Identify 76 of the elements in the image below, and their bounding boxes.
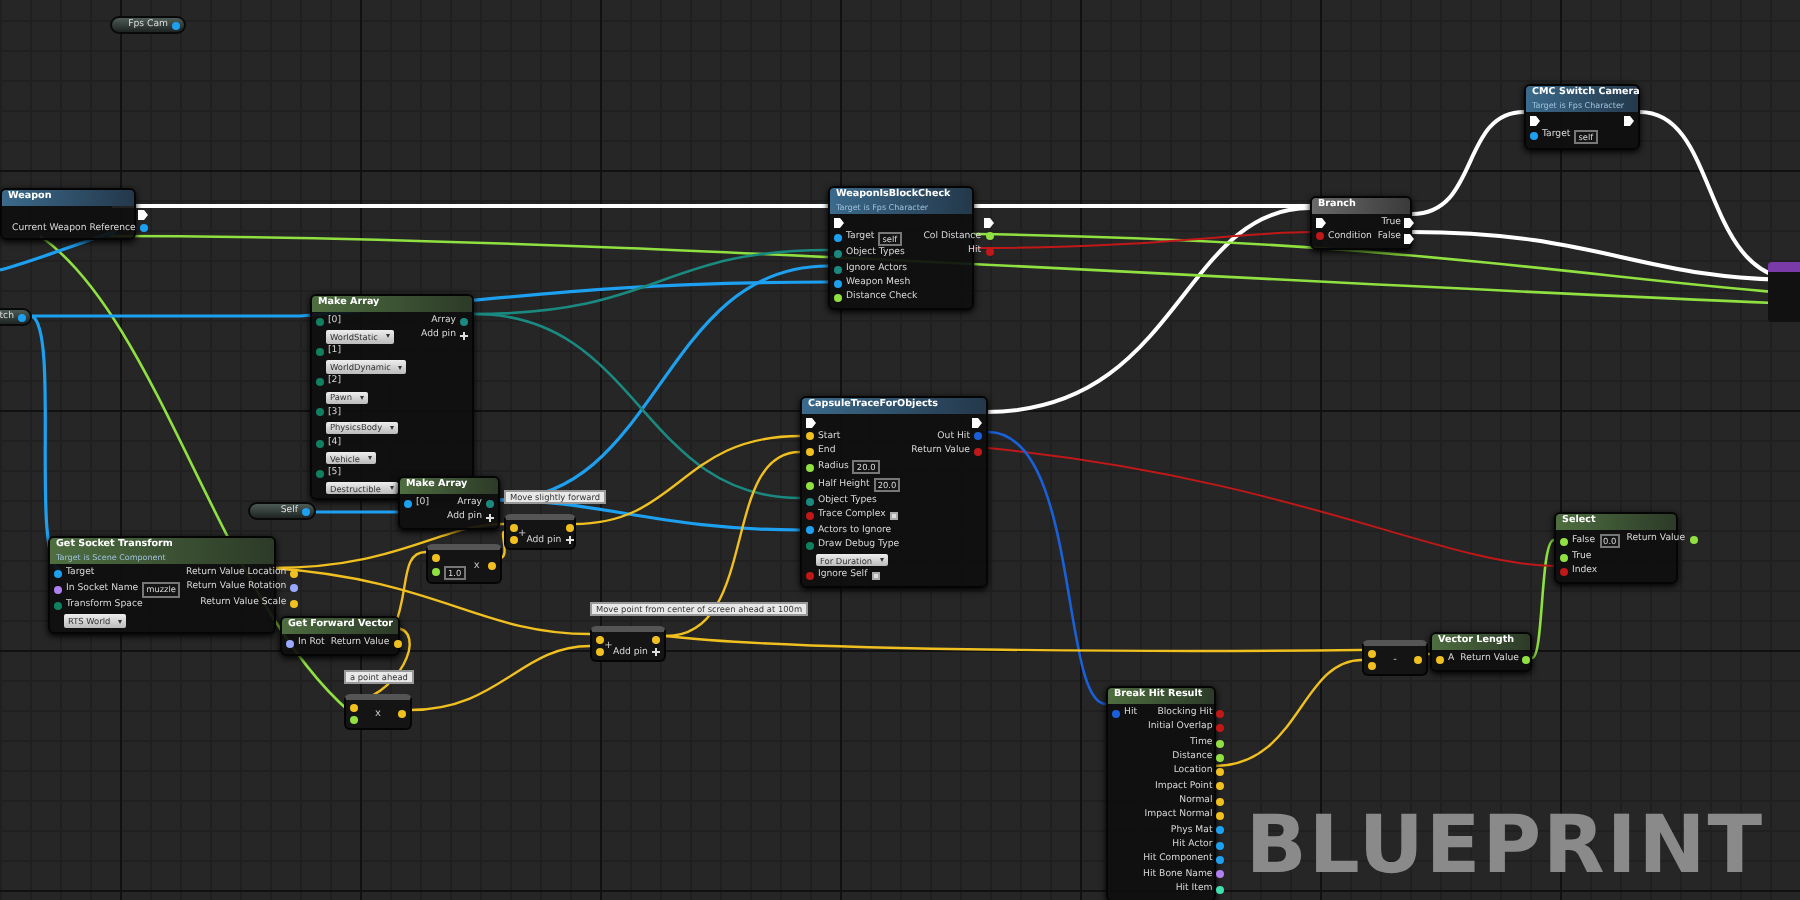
caret-icon	[385, 334, 390, 339]
wire	[1411, 110, 1525, 216]
pin-icon[interactable]	[1560, 537, 1568, 546]
pin-icon[interactable]	[1689, 535, 1698, 544]
pin-icon[interactable]	[1436, 655, 1444, 664]
pin-icon[interactable]	[834, 294, 842, 303]
caret-icon	[367, 456, 372, 461]
pin-icon[interactable]	[1216, 870, 1225, 879]
exec-pin-icon[interactable]	[1624, 115, 1634, 126]
pin-icon[interactable]	[487, 561, 496, 570]
pin-icon[interactable]	[565, 523, 574, 531]
pin-icon[interactable]	[806, 463, 814, 472]
caret-icon	[118, 619, 123, 624]
pin-icon[interactable]	[393, 639, 402, 648]
exec-pin-icon[interactable]	[1530, 115, 1540, 126]
exec-pin-icon[interactable]	[983, 217, 994, 228]
pin-icon[interactable]	[54, 569, 62, 578]
pin-icon[interactable]	[432, 553, 440, 561]
pin-icon[interactable]	[834, 279, 842, 288]
pin-icon[interactable]	[510, 536, 518, 545]
pin-icon[interactable]	[1216, 782, 1225, 791]
exec-pin-icon[interactable]	[137, 209, 148, 220]
pin-icon[interactable]	[1216, 753, 1225, 762]
graph-label: BLUEPRINT	[1245, 800, 1764, 892]
pin-icon[interactable]	[806, 432, 814, 441]
pin-icon[interactable]	[286, 639, 294, 648]
pin-icon[interactable]	[1216, 739, 1225, 747]
pin-icon[interactable]	[806, 481, 814, 490]
caret-icon	[359, 395, 364, 400]
pin-icon[interactable]	[1216, 841, 1225, 850]
exec-pin-icon[interactable]	[806, 417, 816, 428]
caret-icon	[390, 425, 395, 430]
caret-icon	[880, 558, 885, 563]
pin-icon[interactable]	[139, 224, 148, 233]
pin-icon[interactable]	[350, 703, 358, 711]
pin-icon[interactable]	[432, 568, 440, 577]
pin-icon[interactable]	[290, 584, 299, 593]
pin-icon[interactable]	[290, 569, 299, 578]
pin-icon[interactable]	[1216, 768, 1225, 777]
pin-icon[interactable]	[1560, 553, 1568, 562]
plus-icon[interactable]	[486, 514, 494, 523]
exec-pin-icon[interactable]	[1316, 217, 1326, 228]
pin-icon[interactable]	[1216, 885, 1225, 894]
pin-icon[interactable]	[806, 526, 814, 535]
pin-icon[interactable]	[985, 232, 994, 241]
pin-icon[interactable]	[350, 716, 358, 725]
pin-icon[interactable]	[1216, 826, 1225, 835]
pin-icon[interactable]	[1216, 797, 1225, 806]
exec-pin-icon[interactable]	[834, 217, 844, 228]
checkbox[interactable]	[871, 571, 881, 581]
pin-icon[interactable]	[1414, 655, 1422, 664]
pin-icon[interactable]	[596, 635, 604, 643]
exec-pin-icon[interactable]	[1404, 233, 1415, 244]
exec-pin-icon[interactable]	[1404, 218, 1415, 229]
pin-icon[interactable]	[1216, 856, 1225, 865]
pin-icon[interactable]	[596, 648, 604, 657]
exec-pin-icon[interactable]	[972, 417, 982, 428]
plus-icon[interactable]	[565, 536, 574, 545]
plus-icon[interactable]	[460, 332, 468, 341]
pin-icon[interactable]	[1530, 132, 1538, 141]
pin-icon[interactable]	[398, 709, 406, 718]
pin-icon[interactable]	[1216, 812, 1225, 821]
checkbox[interactable]	[889, 511, 899, 521]
pin-icon[interactable]	[290, 599, 299, 607]
plus-icon[interactable]	[651, 648, 660, 657]
pin-icon[interactable]	[54, 585, 62, 594]
pin-icon[interactable]	[404, 499, 412, 508]
pin-icon[interactable]	[834, 234, 842, 243]
caret-icon	[398, 365, 403, 370]
graph-node[interactable]	[1768, 262, 1800, 322]
pin-icon[interactable]	[806, 447, 814, 456]
pin-icon[interactable]	[651, 635, 660, 643]
pin-icon[interactable]	[510, 523, 518, 531]
pin-icon[interactable]	[1522, 655, 1531, 664]
pin-icon[interactable]	[1368, 662, 1376, 671]
pin-icon[interactable]	[1368, 649, 1376, 657]
